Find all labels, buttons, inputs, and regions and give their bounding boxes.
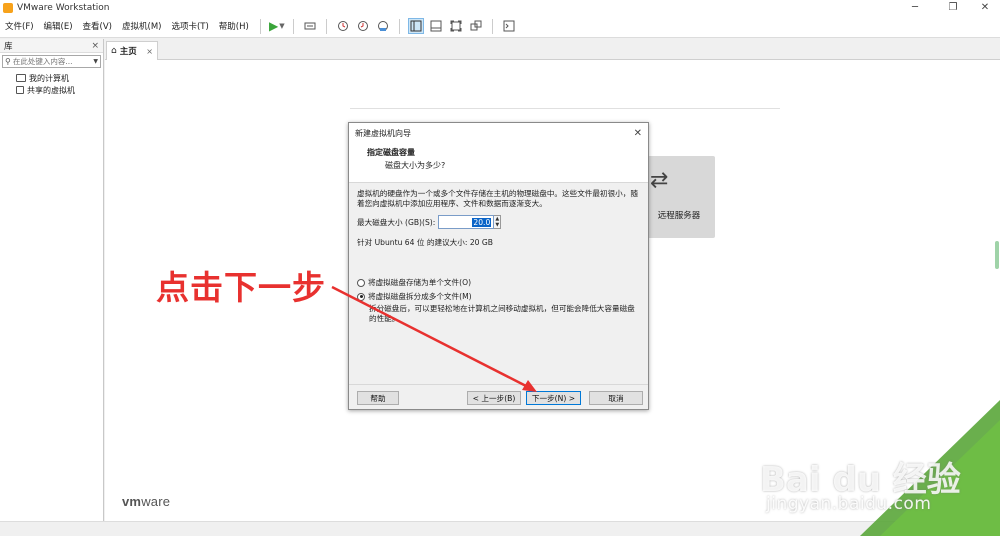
menu-help[interactable]: 帮助(H): [214, 20, 254, 32]
back-button[interactable]: < 上一步(B): [467, 391, 521, 405]
computer-icon: [16, 74, 26, 82]
unity-windows-icon: [470, 20, 482, 31]
new-vm-wizard-dialog: 新建虚拟机向导 ✕ 指定磁盘容量 磁盘大小为多少? 虚拟机的硬盘作为一个或多个文…: [348, 122, 649, 410]
logo-bold: vm: [122, 494, 142, 509]
revert-snapshot-button[interactable]: [355, 18, 371, 34]
sidebar-layout-icon: [410, 20, 422, 32]
disk-size-stepper[interactable]: ▲ ▼: [494, 215, 502, 229]
disk-description: 虚拟机的硬盘作为一个或多个文件存储在主机的物理磁盘中。这些文件最初很小，随着您向…: [357, 189, 638, 208]
unity-button[interactable]: [468, 18, 484, 34]
play-icon: ▶: [269, 19, 279, 33]
tree-item-my-computer[interactable]: 我的计算机: [16, 72, 103, 84]
send-keys-button[interactable]: [302, 18, 318, 34]
disk-size-input[interactable]: 20.0: [438, 215, 495, 229]
shared-vm-icon: [16, 86, 24, 94]
minimize-button[interactable]: ─: [900, 0, 930, 15]
bottom-panel-icon: [430, 20, 442, 32]
keyboard-icon: [304, 22, 316, 30]
close-window-button[interactable]: ✕: [970, 0, 1000, 15]
option-label: 将虚拟磁盘拆分成多个文件(M): [368, 292, 472, 301]
cancel-button[interactable]: 取消: [589, 391, 643, 405]
toolbar-separator: [325, 18, 327, 34]
radio-split-files[interactable]: [357, 292, 365, 301]
menu-view[interactable]: 查看(V): [78, 20, 117, 32]
disk-size-label: 最大磁盘大小 (GB)(S):: [357, 217, 436, 227]
library-tree: 我的计算机 共享的虚拟机: [0, 70, 103, 96]
title-bar: VMware Workstation ─ ❐ ✕: [0, 0, 1000, 15]
status-bar: [0, 521, 1000, 536]
tab-close-icon[interactable]: ×: [146, 47, 153, 56]
library-search[interactable]: ⚲ ▼: [2, 55, 101, 68]
option-label: 将虚拟磁盘存储为单个文件(O): [368, 278, 472, 287]
console-button[interactable]: [501, 18, 517, 34]
dialog-title: 新建虚拟机向导: [355, 128, 411, 138]
disk-size-value: 20.0: [472, 217, 492, 227]
library-panel: 库 × ⚲ ▼ 我的计算机 共享的虚拟机: [0, 39, 104, 521]
recommended-size: 针对 Ubuntu 64 位 的建议大小: 20 GB: [357, 238, 494, 247]
toolbar-separator: [398, 18, 400, 34]
home-icon: ⌂: [111, 46, 117, 56]
annotation-text: 点击下一步: [156, 268, 326, 307]
toolbar-separator: [491, 18, 493, 34]
dialog-subheading: 磁盘大小为多少?: [385, 161, 446, 170]
thumbnail-view-button[interactable]: [428, 18, 444, 34]
disk-size-row: 最大磁盘大小 (GB)(S): 20.0 ▲ ▼: [357, 215, 640, 229]
terminal-icon: [503, 20, 515, 32]
library-close-icon[interactable]: ×: [91, 41, 99, 51]
window-title: VMware Workstation: [17, 2, 110, 13]
option-single-file[interactable]: 将虚拟磁盘存储为单个文件(O): [357, 277, 640, 288]
menu-tabs[interactable]: 选项卡(T): [166, 20, 213, 32]
chevron-down-icon: ▼: [279, 22, 285, 30]
chevron-down-icon[interactable]: ▼: [495, 222, 499, 228]
scroll-indicator[interactable]: [995, 241, 999, 269]
library-search-input[interactable]: [12, 57, 91, 66]
menu-toolbar: 文件(F) 编辑(E) 查看(V) 虚拟机(M) 选项卡(T) 帮助(H) ▶ ▼: [0, 15, 1000, 38]
tree-item-label: 共享的虚拟机: [27, 85, 75, 95]
dialog-heading: 指定磁盘容量: [367, 148, 415, 157]
library-title: 库: [4, 41, 13, 52]
snapshot-manager-icon: [377, 21, 388, 31]
vmware-logo: vmware: [122, 494, 170, 509]
toolbar-separator: [292, 18, 294, 34]
watermark-url: jingyan.baidu.com: [766, 494, 932, 514]
home-divider: [350, 108, 780, 109]
tab-bar: ⌂ 主页 ×: [105, 39, 1000, 60]
tree-item-label: 我的计算机: [29, 73, 69, 83]
play-button[interactable]: ▶ ▼: [269, 18, 285, 34]
dialog-body: 虚拟机的硬盘作为一个或多个文件存储在主机的物理磁盘中。这些文件最初很小，随着您向…: [349, 183, 648, 384]
logo-rest: ware: [141, 494, 171, 509]
menu-file[interactable]: 文件(F): [0, 20, 39, 32]
library-view-button[interactable]: [407, 18, 424, 34]
option-split-files[interactable]: 将虚拟磁盘拆分成多个文件(M): [357, 291, 640, 302]
menu-vm[interactable]: 虚拟机(M): [117, 20, 166, 32]
menu-edit[interactable]: 编辑(E): [39, 20, 78, 32]
restore-button[interactable]: ❐: [938, 0, 968, 15]
next-button[interactable]: 下一步(N) >: [526, 391, 581, 405]
radio-single-file[interactable]: [357, 278, 365, 287]
chevron-down-icon[interactable]: ▼: [93, 58, 98, 65]
dialog-footer: 帮助 < 上一步(B) 下一步(N) > 取消: [349, 384, 648, 409]
tab-home[interactable]: ⌂ 主页 ×: [106, 41, 158, 60]
snapshot-clock-icon: [337, 21, 348, 31]
dialog-titlebar: 新建虚拟机向导 ✕: [349, 123, 648, 143]
search-icon: ⚲: [5, 57, 11, 66]
help-button[interactable]: 帮助: [357, 391, 399, 405]
library-header: 库 ×: [0, 39, 103, 53]
snapshot-button[interactable]: [335, 18, 351, 34]
tab-label: 主页: [119, 47, 137, 57]
swap-arrows-icon: ⇄: [650, 168, 669, 193]
toolbar-separator: [259, 18, 261, 34]
vmware-app-icon: [3, 2, 13, 13]
fullscreen-button[interactable]: [448, 18, 464, 34]
dialog-close-button[interactable]: ✕: [634, 128, 642, 139]
tree-item-shared-vms[interactable]: 共享的虚拟机: [16, 84, 103, 96]
fullscreen-icon: [450, 20, 462, 32]
dialog-header: 指定磁盘容量 磁盘大小为多少?: [349, 143, 648, 183]
revert-clock-icon: [357, 21, 368, 31]
snapshot-manager-button[interactable]: [375, 18, 391, 34]
split-description: 拆分磁盘后，可以更轻松地在计算机之间移动虚拟机，但可能会降低大容量磁盘的性能。: [369, 304, 635, 323]
remote-server-label: 远程服务器: [657, 211, 701, 221]
